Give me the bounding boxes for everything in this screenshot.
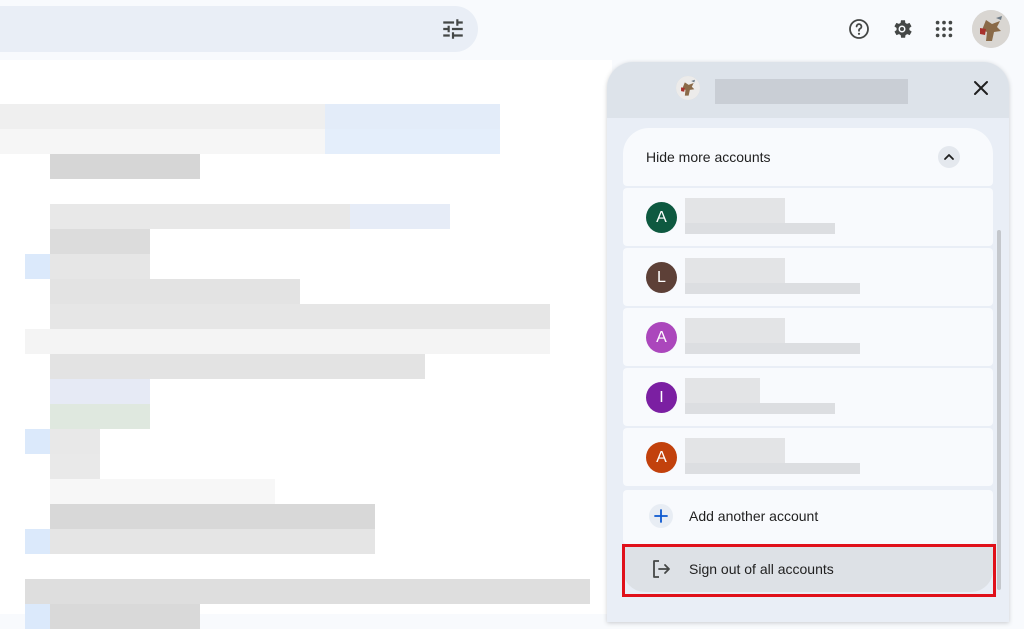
current-account-email-redacted: [715, 79, 908, 104]
redacted-content-block: [325, 104, 500, 129]
message-list-blurred: [0, 60, 612, 629]
add-icon-container: [649, 504, 673, 528]
redacted-content-block: [50, 154, 200, 179]
redacted-content-block: [50, 529, 375, 554]
account-email-redacted: [685, 463, 860, 474]
account-name-redacted: [685, 438, 785, 463]
redacted-content-block: [50, 254, 150, 279]
top-bar: [0, 0, 1024, 60]
account-list-item[interactable]: A: [623, 188, 993, 246]
redacted-content-block: [25, 254, 50, 279]
help-button[interactable]: [845, 15, 873, 43]
redacted-content-block: [50, 404, 150, 429]
search-bar[interactable]: [0, 6, 478, 52]
sign-out-all-accounts-button[interactable]: Sign out of all accounts: [623, 546, 993, 592]
redacted-content-block: [25, 429, 50, 454]
redacted-content-block: [50, 279, 300, 304]
account-switcher-panel: Hide more accounts ALAIA Add another acc…: [607, 62, 1009, 622]
account-initial-avatar: I: [646, 382, 677, 413]
account-name-redacted: [685, 318, 785, 343]
account-initial-avatar: A: [646, 442, 677, 473]
panel-scrollbar[interactable]: [997, 230, 1001, 590]
redacted-content-block: [50, 379, 150, 404]
account-initial-avatar: A: [646, 202, 677, 233]
apps-button[interactable]: [930, 15, 958, 43]
sign-out-label: Sign out of all accounts: [689, 561, 834, 577]
account-list-item[interactable]: A: [623, 308, 993, 366]
add-account-label: Add another account: [689, 508, 819, 524]
close-icon: [974, 81, 988, 95]
redacted-content-block: [325, 129, 500, 154]
account-email-redacted: [685, 223, 835, 234]
close-button[interactable]: [969, 76, 993, 100]
logout-icon: [653, 560, 670, 578]
help-circle-icon: [849, 19, 869, 39]
account-list-item[interactable]: I: [623, 368, 993, 426]
settings-button[interactable]: [888, 15, 916, 43]
redacted-content-block: [25, 604, 50, 629]
account-email-redacted: [685, 283, 860, 294]
redacted-content-block: [25, 579, 590, 604]
account-email-redacted: [685, 403, 835, 414]
redacted-content-block: [50, 504, 375, 529]
redacted-content-block: [50, 429, 100, 454]
account-email-redacted: [685, 343, 860, 354]
collapse-accounts-button[interactable]: [938, 146, 960, 168]
redacted-content-block: [25, 329, 550, 354]
redacted-content-block: [50, 604, 200, 629]
account-initial-avatar: L: [646, 262, 677, 293]
account-name-redacted: [685, 378, 760, 403]
account-initial-avatar: A: [646, 322, 677, 353]
redacted-content-block: [50, 304, 550, 329]
panel-header: [607, 62, 1009, 118]
account-list-item[interactable]: A: [623, 428, 993, 486]
current-account-avatar: [676, 76, 700, 100]
redacted-content-block: [50, 479, 275, 504]
redacted-content-block: [50, 454, 100, 479]
profile-avatar: [972, 10, 1010, 48]
redacted-content-block: [25, 529, 50, 554]
redacted-content-block: [50, 229, 150, 254]
account-name-redacted: [685, 198, 785, 223]
profile-avatar: [676, 76, 700, 100]
plus-icon: [654, 509, 668, 523]
apps-grid-icon: [935, 20, 953, 38]
account-list-item[interactable]: L: [623, 248, 993, 306]
tune-icon: [443, 19, 463, 39]
redacted-content-block: [50, 354, 425, 379]
account-avatar-button[interactable]: [972, 10, 1010, 48]
chevron-up-icon: [944, 154, 954, 160]
redacted-content-block: [350, 204, 450, 229]
account-name-redacted: [685, 258, 785, 283]
add-another-account-button[interactable]: Add another account: [623, 490, 993, 544]
hide-more-accounts-label: Hide more accounts: [646, 149, 771, 165]
search-options-button[interactable]: [440, 16, 466, 42]
gear-icon: [894, 20, 912, 38]
